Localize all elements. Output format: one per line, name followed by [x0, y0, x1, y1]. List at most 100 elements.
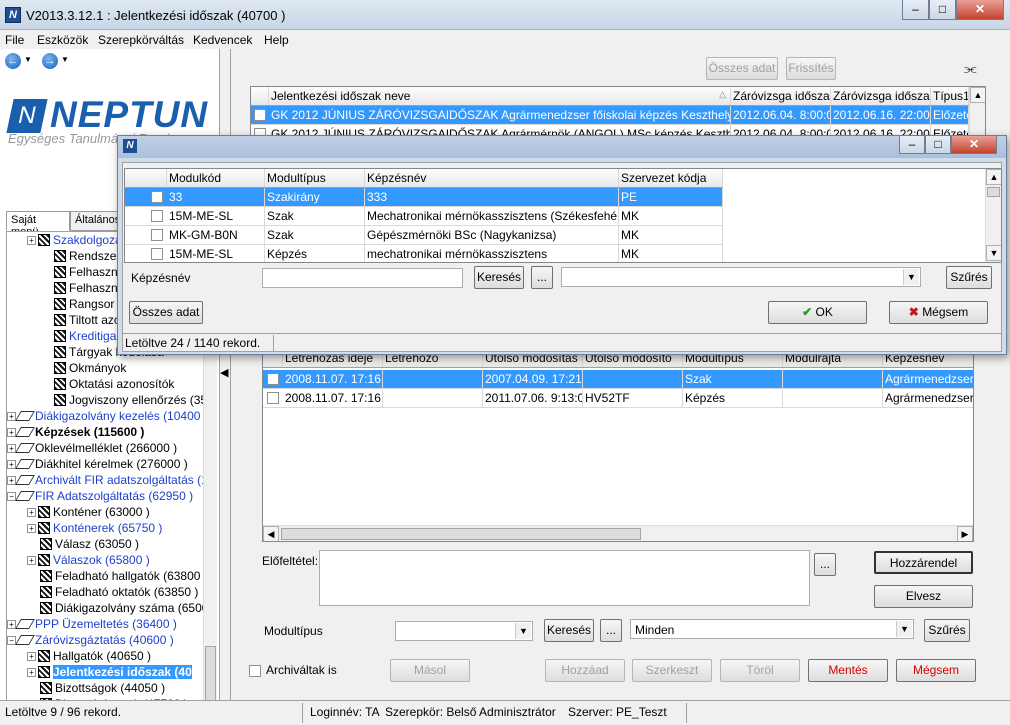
- tree-scrollbar-thumb[interactable]: [205, 646, 216, 706]
- dialog-maximize-button[interactable]: □: [925, 136, 951, 154]
- dialog-filter-combo[interactable]: ▼: [561, 267, 921, 287]
- row-checkbox[interactable]: [151, 248, 163, 260]
- forward-dropdown-icon[interactable]: ▼: [61, 55, 69, 64]
- col-modulkod[interactable]: Modulkód: [167, 169, 265, 187]
- dialog-osszes-adat-button[interactable]: Összes adat: [129, 301, 203, 324]
- table-row[interactable]: 15M-ME-SL Szak Mechatronikai mérnökasszisz…: [125, 207, 723, 226]
- tree-item[interactable]: + Szakdolgozat: [27, 232, 125, 248]
- scroll-right-icon[interactable]: ▶: [957, 526, 973, 541]
- dialog-scroll-thumb[interactable]: [987, 187, 1000, 197]
- tree-item[interactable]: Jogviszony ellenőrzés (3500: [41, 392, 207, 408]
- modultipus-filter-combo[interactable]: Minden ▼: [630, 619, 914, 639]
- megsem-button[interactable]: Mégsem: [896, 659, 976, 682]
- module-grid-hscrollbar[interactable]: ◀ ▶: [263, 525, 973, 541]
- tree-item[interactable]: + Konténer (63000 ): [27, 504, 150, 520]
- maximize-button[interactable]: □: [929, 0, 956, 20]
- scroll-up-icon[interactable]: ▲: [986, 169, 1001, 185]
- row-checkbox[interactable]: [254, 109, 266, 121]
- chevron-down-icon[interactable]: ▼: [903, 269, 919, 285]
- menu-help[interactable]: Help: [264, 33, 289, 47]
- table-row[interactable]: 2008.11.07. 17:16:3 2011.07.06. 9:13:07 …: [263, 389, 973, 408]
- masol-button[interactable]: Másol: [390, 659, 470, 682]
- col-zarovizsga-vege[interactable]: Záróvizsga idősza...: [831, 87, 931, 105]
- dialog-minimize-button[interactable]: –: [899, 136, 925, 154]
- tree-item[interactable]: + Oklevélmelléklet (266000 ): [7, 440, 177, 456]
- elofeltetel-browse-button[interactable]: ...: [814, 553, 836, 576]
- torol-button[interactable]: Töröl: [720, 659, 800, 682]
- tree-item[interactable]: − FIR Adatszolgáltatás (62950 ): [7, 488, 193, 504]
- table-row[interactable]: 15M-ME-SL Képzés mechatronikai mérnökasszi…: [125, 245, 723, 262]
- tree-item[interactable]: Válasz (63050 ): [27, 536, 139, 552]
- hscroll-thumb[interactable]: [281, 528, 641, 540]
- menu-szerepkorvaltas[interactable]: Szerepkörváltás: [98, 33, 184, 47]
- elvesz-button[interactable]: Elvesz: [874, 585, 973, 608]
- tree-item[interactable]: + PPP Üzemeltetés (36400 ): [7, 616, 177, 632]
- ok-button[interactable]: ✔ OK: [768, 301, 867, 324]
- tree-item[interactable]: Feladható oktatók (63850 ): [27, 584, 198, 600]
- col-tipus1[interactable]: Típus1: [931, 87, 969, 105]
- szerkeszt-button[interactable]: Szerkeszt: [632, 659, 712, 682]
- menu-eszkozok[interactable]: Eszközök: [37, 33, 88, 47]
- chevron-down-icon[interactable]: ▼: [515, 623, 531, 639]
- dialog-grid-scrollbar[interactable]: ▲ ▼: [985, 169, 1001, 262]
- tree-item[interactable]: + Válaszok (65800 ): [27, 552, 150, 568]
- row-checkbox[interactable]: [267, 392, 279, 404]
- col-jelentkezesi-idoszak-neve[interactable]: Jelentkezési időszak neve △: [269, 87, 731, 105]
- row-checkbox[interactable]: [151, 191, 163, 203]
- tree-item[interactable]: Feladható hallgatók (63800 ): [27, 568, 207, 584]
- modultipus-szures-button[interactable]: Szűrés: [924, 619, 970, 642]
- tree-item[interactable]: + Archivált FIR adatszolgáltatás (14: [7, 472, 207, 488]
- tree-item[interactable]: + Diákhitel kérelmek (276000 ): [7, 456, 188, 472]
- modultipus-kereses-button[interactable]: Keresés: [544, 619, 594, 642]
- tree-item[interactable]: + Diákigazolvány kezelés (10400 ): [7, 408, 207, 424]
- col-szervezet-kodja[interactable]: Szervezet kódja: [619, 169, 723, 187]
- col-zarovizsga-kezdete[interactable]: Záróvizsga idősza...: [731, 87, 831, 105]
- tree-item[interactable]: + Képzések (115600 ): [7, 424, 144, 440]
- table-row[interactable]: MK-GM-B0N Szak Gépészmérnöki BSc (Nagykani…: [125, 226, 723, 245]
- scroll-up-icon[interactable]: ▲: [970, 87, 985, 103]
- hozzaad-button[interactable]: Hozzáad: [545, 659, 625, 682]
- table-row[interactable]: 2008.11.07. 17:16:3 2007.04.09. 17:21:4 …: [263, 370, 973, 389]
- tree-item[interactable]: − Záróvizsgáztatás (40600 ): [7, 632, 174, 648]
- expand-icon[interactable]: +: [27, 236, 36, 245]
- tree-item[interactable]: + Konténerek (65750 ): [27, 520, 162, 536]
- dialog-megsem-button[interactable]: ✖ Mégsem: [889, 301, 988, 324]
- tree-item[interactable]: + Hallgatók (40650 ): [27, 648, 151, 664]
- kepzesnev-input[interactable]: [262, 268, 463, 288]
- tree-item[interactable]: Okmányok: [41, 360, 126, 376]
- table-row[interactable]: GK 2012 JÚNIUS ZÁRÓVIZSGAIDŐSZAK Agrárme…: [251, 106, 969, 125]
- tree-item[interactable]: Bizottságok (44050 ): [27, 680, 165, 696]
- main-grid-scrollbar[interactable]: ▲: [969, 87, 985, 141]
- dialog-kereses-button[interactable]: Keresés: [474, 266, 524, 289]
- modultipus-combo[interactable]: ▼: [395, 621, 533, 641]
- expand-icon[interactable]: +: [27, 508, 36, 517]
- row-checkbox[interactable]: [151, 210, 163, 222]
- menu-kedvencek[interactable]: Kedvencek: [193, 33, 252, 47]
- tree-item[interactable]: Diákigazolvány száma (65000: [27, 600, 207, 616]
- frissites-button[interactable]: Frissítés: [786, 57, 836, 80]
- archivaltak-checkbox[interactable]: [249, 665, 261, 677]
- scroll-left-icon[interactable]: ◀: [263, 526, 279, 541]
- col-kepzesnev[interactable]: Képzésnév: [365, 169, 619, 187]
- tab-sajat-menu[interactable]: Saját menü: [6, 211, 70, 238]
- close-button[interactable]: ✕: [956, 0, 1004, 20]
- pin-icon[interactable]: ⫘: [964, 60, 977, 77]
- elofeltetel-field[interactable]: [319, 550, 810, 606]
- hozzarendel-button[interactable]: Hozzárendel: [874, 551, 973, 574]
- back-icon[interactable]: ←: [5, 53, 21, 69]
- modultipus-browse-button[interactable]: ...: [600, 619, 622, 642]
- expand-icon[interactable]: +: [27, 668, 36, 677]
- mentes-button[interactable]: Mentés: [808, 659, 888, 682]
- menu-file[interactable]: File: [5, 33, 24, 47]
- chevron-down-icon[interactable]: ▼: [896, 621, 912, 637]
- minimize-button[interactable]: –: [902, 0, 929, 20]
- back-dropdown-icon[interactable]: ▼: [24, 55, 32, 64]
- dialog-close-button[interactable]: ✕: [951, 136, 997, 154]
- row-checkbox[interactable]: [151, 229, 163, 241]
- expand-icon[interactable]: +: [27, 556, 36, 565]
- tree-item[interactable]: + Jelentkezési időszak (40: [27, 664, 192, 680]
- tab-altalanos[interactable]: Általános: [70, 211, 120, 231]
- dialog-browse-button[interactable]: ...: [531, 266, 553, 289]
- expand-icon[interactable]: +: [27, 524, 36, 533]
- tree-item[interactable]: Oktatási azonosítók: [41, 376, 174, 392]
